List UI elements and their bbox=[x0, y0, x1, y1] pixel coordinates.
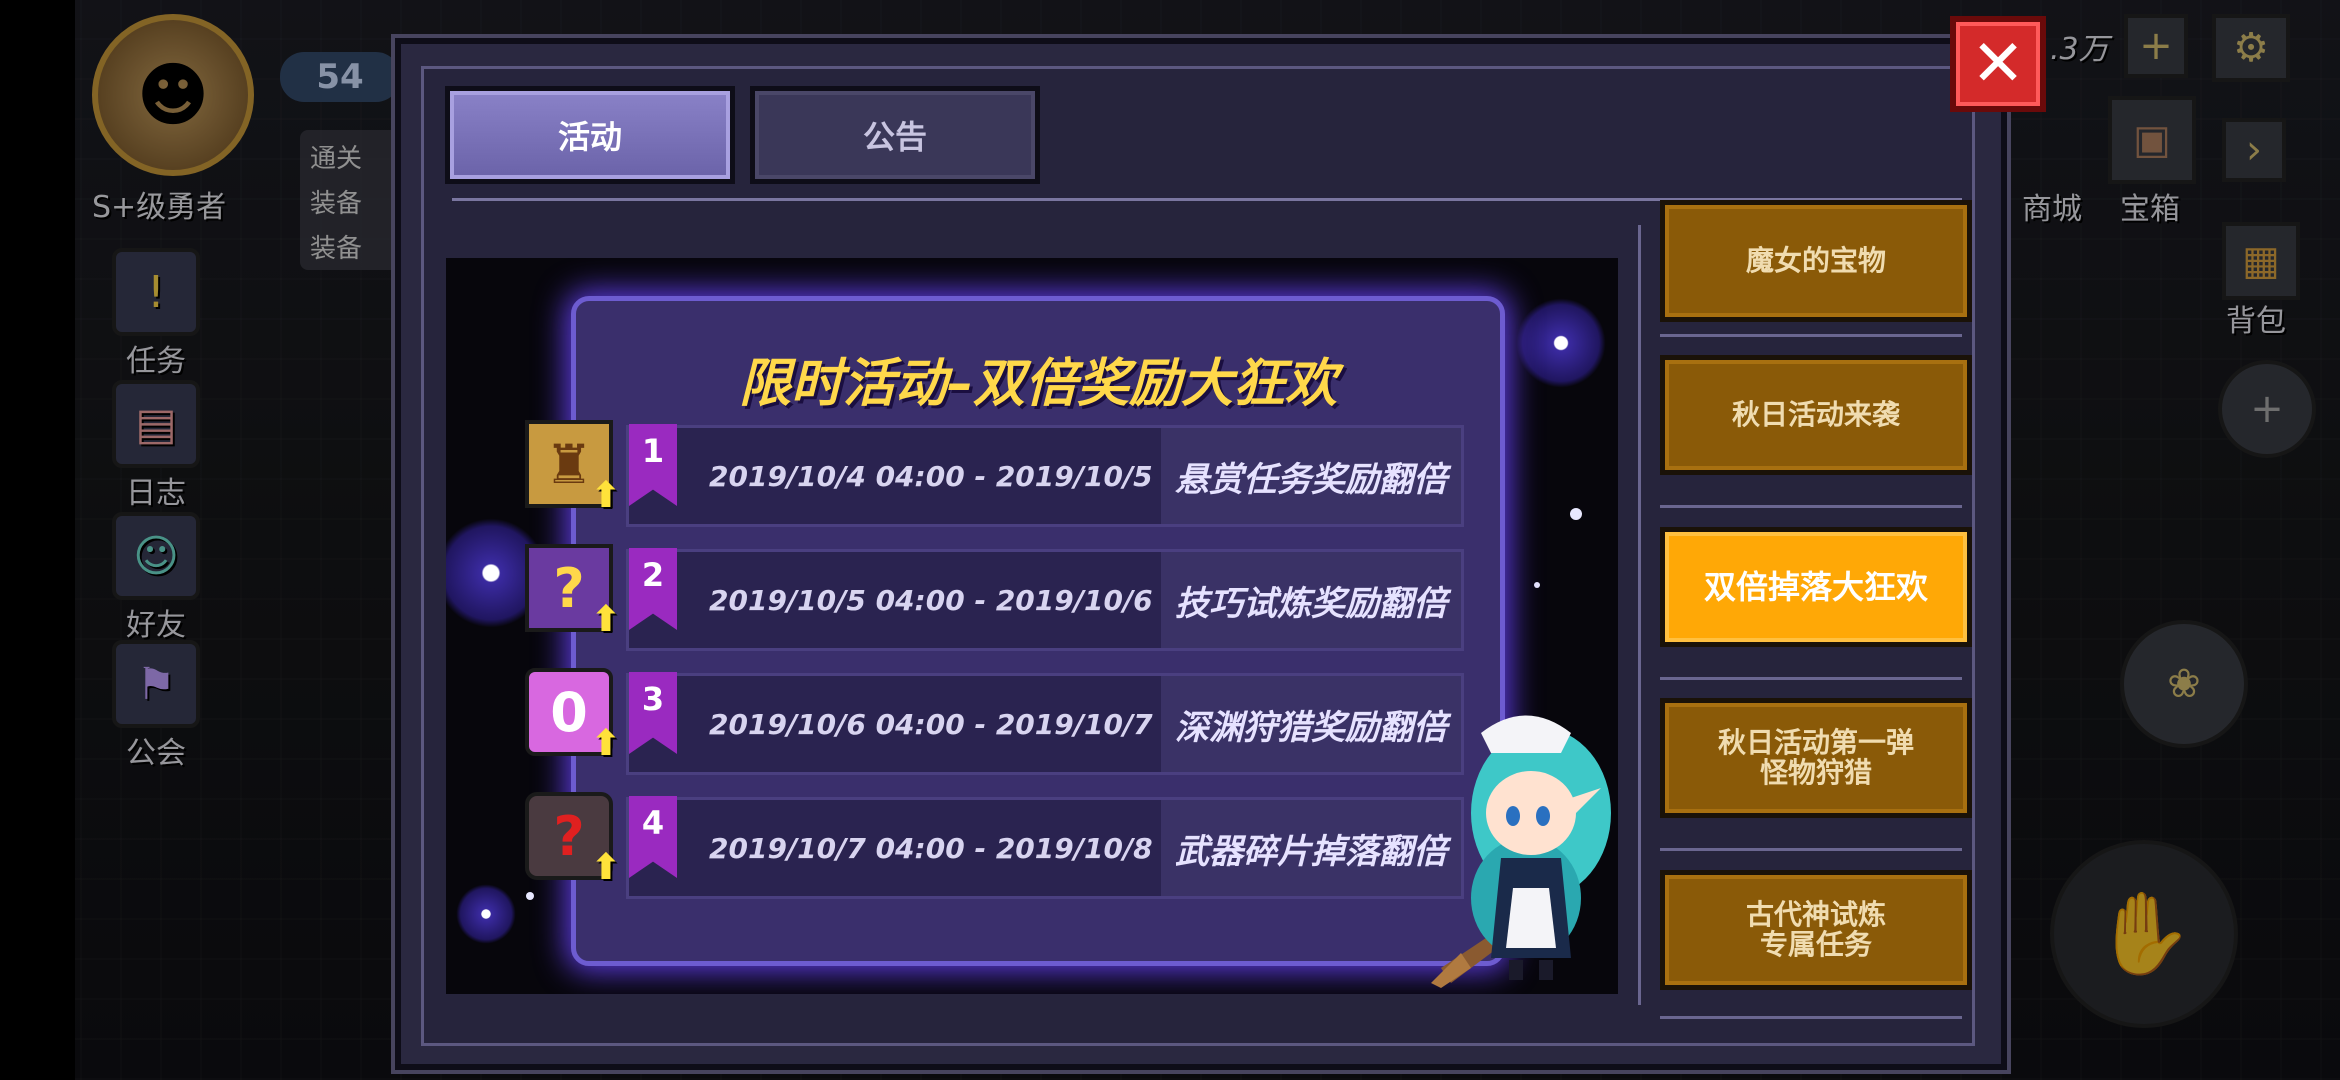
event-description: 武器碎片掉落翻倍 bbox=[1161, 800, 1461, 896]
close-button[interactable]: ✕ bbox=[1950, 16, 2046, 112]
event-banner: 限时活动–双倍奖励大狂欢 ♜ ⬆ 1 2019/10/4 04:00 - 2019… bbox=[446, 258, 1618, 994]
decor-orb bbox=[456, 884, 516, 944]
maid-character-illustration bbox=[1431, 715, 1611, 988]
decor-orb bbox=[1516, 298, 1606, 388]
red-question-icon: ? ⬆ bbox=[525, 792, 621, 888]
side-list-divider bbox=[1638, 225, 1641, 1005]
event-item-witch-treasure[interactable]: 魔女的宝物 bbox=[1660, 200, 1972, 322]
list-separator bbox=[1660, 505, 1962, 508]
tab-events[interactable]: 活动 bbox=[445, 86, 735, 184]
list-separator bbox=[1660, 677, 1962, 680]
event-title: 限时活动–双倍奖励大狂欢 bbox=[738, 354, 1337, 414]
pink-gem-icon: 0 ⬆ bbox=[525, 668, 621, 764]
event-row: ♜ ⬆ 1 2019/10/4 04:00 - 2019/10/5 04:00 悬… bbox=[525, 420, 1464, 527]
event-row: 0 ⬆ 3 2019/10/6 04:00 - 2019/10/7 04:00 深… bbox=[525, 668, 1464, 775]
event-description: 深渊狩猎奖励翻倍 bbox=[1161, 676, 1461, 772]
event-item-autumn-monster-hunt[interactable]: 秋日活动第一弹 怪物狩猎 bbox=[1660, 698, 1972, 818]
decor-star bbox=[1534, 582, 1540, 588]
event-number: 4 bbox=[629, 796, 677, 878]
event-number: 2 bbox=[629, 548, 677, 630]
decor-star bbox=[526, 892, 534, 900]
event-description: 技巧试炼奖励翻倍 bbox=[1161, 552, 1461, 648]
list-separator bbox=[1660, 848, 1962, 851]
close-icon: ✕ bbox=[1971, 27, 2025, 101]
event-row: ? ⬆ 4 2019/10/7 04:00 - 2019/10/8 04:00 武… bbox=[525, 792, 1464, 899]
event-row: ? ⬆ 2 2019/10/5 04:00 - 2019/10/6 04:00 技… bbox=[525, 544, 1464, 651]
mystery-book-icon: ? ⬆ bbox=[525, 544, 621, 640]
event-item-double-drop[interactable]: 双倍掉落大狂欢 bbox=[1660, 527, 1972, 647]
list-separator bbox=[1660, 334, 1962, 337]
event-number: 1 bbox=[629, 424, 677, 506]
event-panel: 限时活动–双倍奖励大狂欢 ♜ ⬆ 1 2019/10/4 04:00 - 2019… bbox=[525, 296, 1505, 966]
decor-star bbox=[1570, 508, 1582, 520]
bounty-scroll-icon: ♜ ⬆ bbox=[525, 420, 621, 516]
event-description: 悬赏任务奖励翻倍 bbox=[1161, 428, 1461, 524]
list-separator bbox=[1660, 1016, 1962, 1019]
event-item-ancient-god-trial[interactable]: 古代神试炼 专属任务 bbox=[1660, 870, 1972, 990]
event-item-autumn-arrival[interactable]: 秋日活动来袭 bbox=[1660, 355, 1972, 475]
tab-announcements[interactable]: 公告 bbox=[750, 86, 1040, 184]
event-number: 3 bbox=[629, 672, 677, 754]
